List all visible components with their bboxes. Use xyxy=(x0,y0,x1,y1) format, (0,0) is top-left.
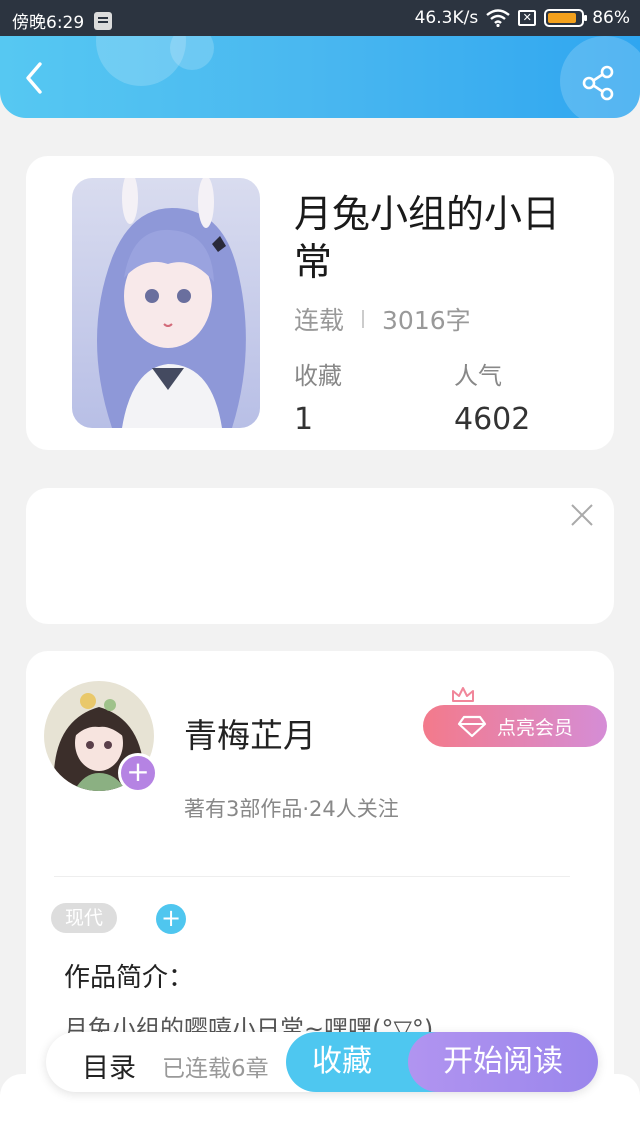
bottom-action-bar: 目录 已连载6章 收藏 开始阅读 xyxy=(46,1032,598,1092)
header xyxy=(0,36,640,118)
vip-label: 点亮会员 xyxy=(496,716,573,739)
toc-button[interactable]: 目录 xyxy=(82,1046,136,1085)
book-title: 月兔小组的小日常 xyxy=(294,192,561,284)
favorites-count: 1 xyxy=(294,402,314,437)
diamond-icon xyxy=(457,715,487,738)
intro-heading: 作品简介： xyxy=(64,963,195,993)
ad-card xyxy=(26,488,614,624)
book-info-card: 月兔小组的小日常 连载 3016字 收藏 1 人气 4602 xyxy=(26,156,614,450)
no-sim-icon: ✕ xyxy=(518,10,537,26)
share-button[interactable] xyxy=(580,64,618,102)
crown-icon xyxy=(452,687,474,702)
battery-level xyxy=(548,13,577,23)
notification-icon xyxy=(94,11,113,30)
book-meta: 连载 3016字 xyxy=(294,301,471,337)
popularity-label: 人气 xyxy=(454,362,502,390)
close-icon[interactable] xyxy=(569,502,595,528)
popularity-count: 4602 xyxy=(454,402,531,437)
word-count: 3016字 xyxy=(382,306,471,335)
author-name[interactable]: 青梅芷月 xyxy=(184,709,316,757)
favorites-label: 收藏 xyxy=(294,362,342,390)
chapter-count: 已连载6章 xyxy=(162,1056,269,1082)
book-status: 连载 xyxy=(294,306,345,335)
start-reading-button[interactable]: 开始阅读 xyxy=(408,1032,598,1092)
battery-percent: 86% xyxy=(592,8,630,28)
divider xyxy=(54,876,570,877)
battery-icon xyxy=(544,9,588,27)
book-cover[interactable] xyxy=(72,178,260,428)
add-tag-button[interactable]: + xyxy=(156,904,186,934)
back-button[interactable] xyxy=(18,58,52,98)
meta-divider xyxy=(362,310,365,328)
status-time: 傍晚6:29 xyxy=(12,13,85,33)
cover-illustration xyxy=(72,178,260,428)
status-right: 46.3K/s ✕ 86% xyxy=(415,8,630,28)
status-left: 傍晚6:29 xyxy=(12,8,113,33)
wifi-icon xyxy=(486,9,510,27)
network-speed: 46.3K/s xyxy=(414,8,479,28)
genre-tag[interactable]: 现代 xyxy=(51,903,118,933)
follow-author-button[interactable]: + xyxy=(118,753,158,793)
status-bar: 傍晚6:29 46.3K/s ✕ 86% xyxy=(0,0,640,36)
author-stats: 著有3部作品·24人关注 xyxy=(184,797,399,821)
vip-button[interactable]: 点亮会员 xyxy=(423,705,607,747)
